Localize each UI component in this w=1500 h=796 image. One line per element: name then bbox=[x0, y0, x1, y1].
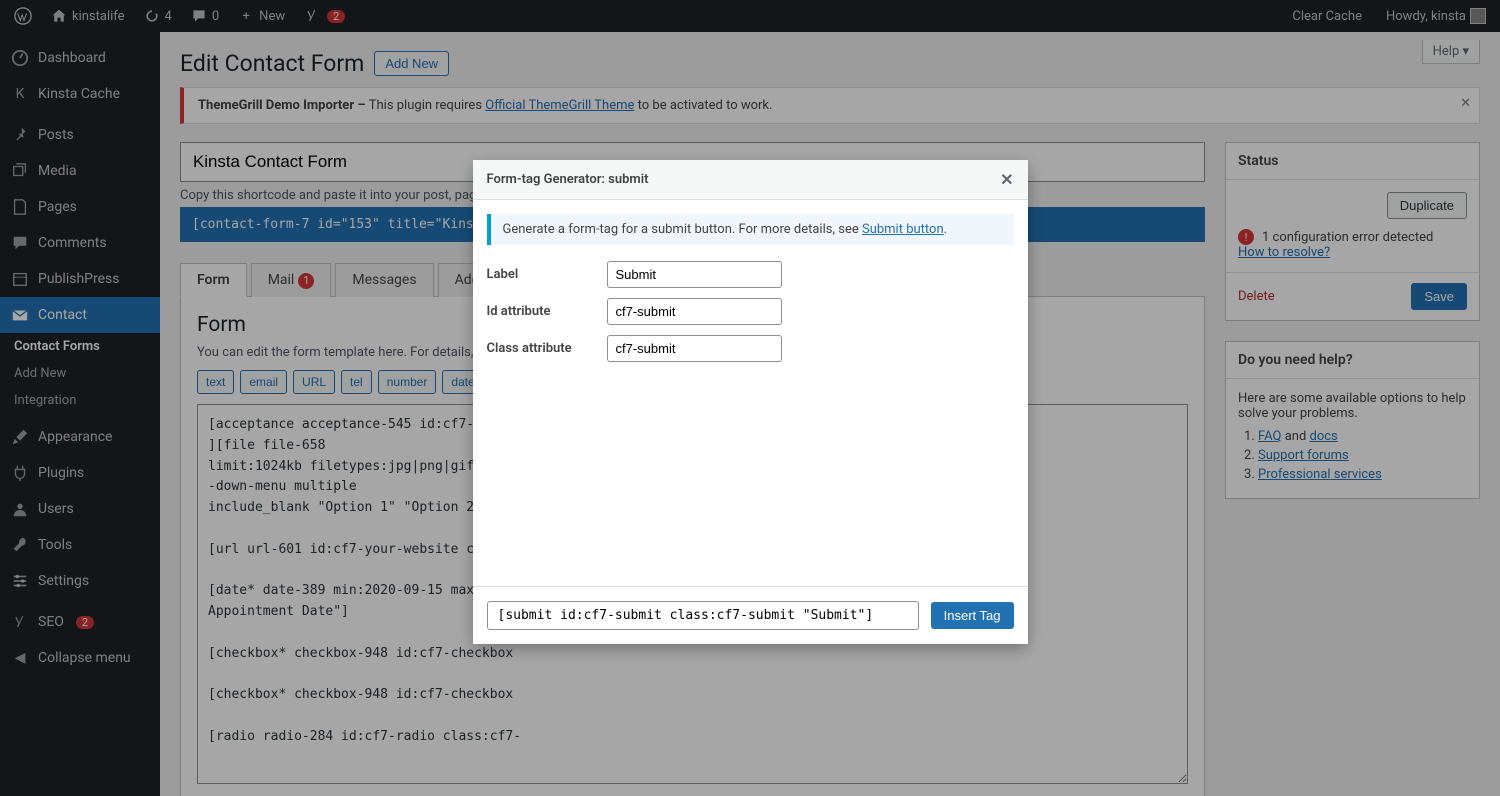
label-label: Label bbox=[487, 267, 607, 282]
class-label: Class attribute bbox=[487, 341, 607, 356]
id-label: Id attribute bbox=[487, 304, 607, 319]
form-tag-modal: Form-tag Generator: submit ✕ Generate a … bbox=[473, 160, 1028, 644]
tag-output-input[interactable] bbox=[487, 601, 919, 630]
id-input[interactable] bbox=[607, 298, 782, 325]
modal-title: Form-tag Generator: submit bbox=[487, 172, 649, 187]
modal-close-icon[interactable]: ✕ bbox=[1000, 170, 1013, 189]
modal-info: Generate a form-tag for a submit button.… bbox=[487, 214, 1014, 245]
insert-tag-button[interactable]: Insert Tag bbox=[931, 602, 1014, 629]
class-input[interactable] bbox=[607, 335, 782, 362]
modal-overlay: Form-tag Generator: submit ✕ Generate a … bbox=[0, 0, 1500, 796]
label-input[interactable] bbox=[607, 261, 782, 288]
submit-button-doc-link[interactable]: Submit button bbox=[862, 222, 944, 237]
